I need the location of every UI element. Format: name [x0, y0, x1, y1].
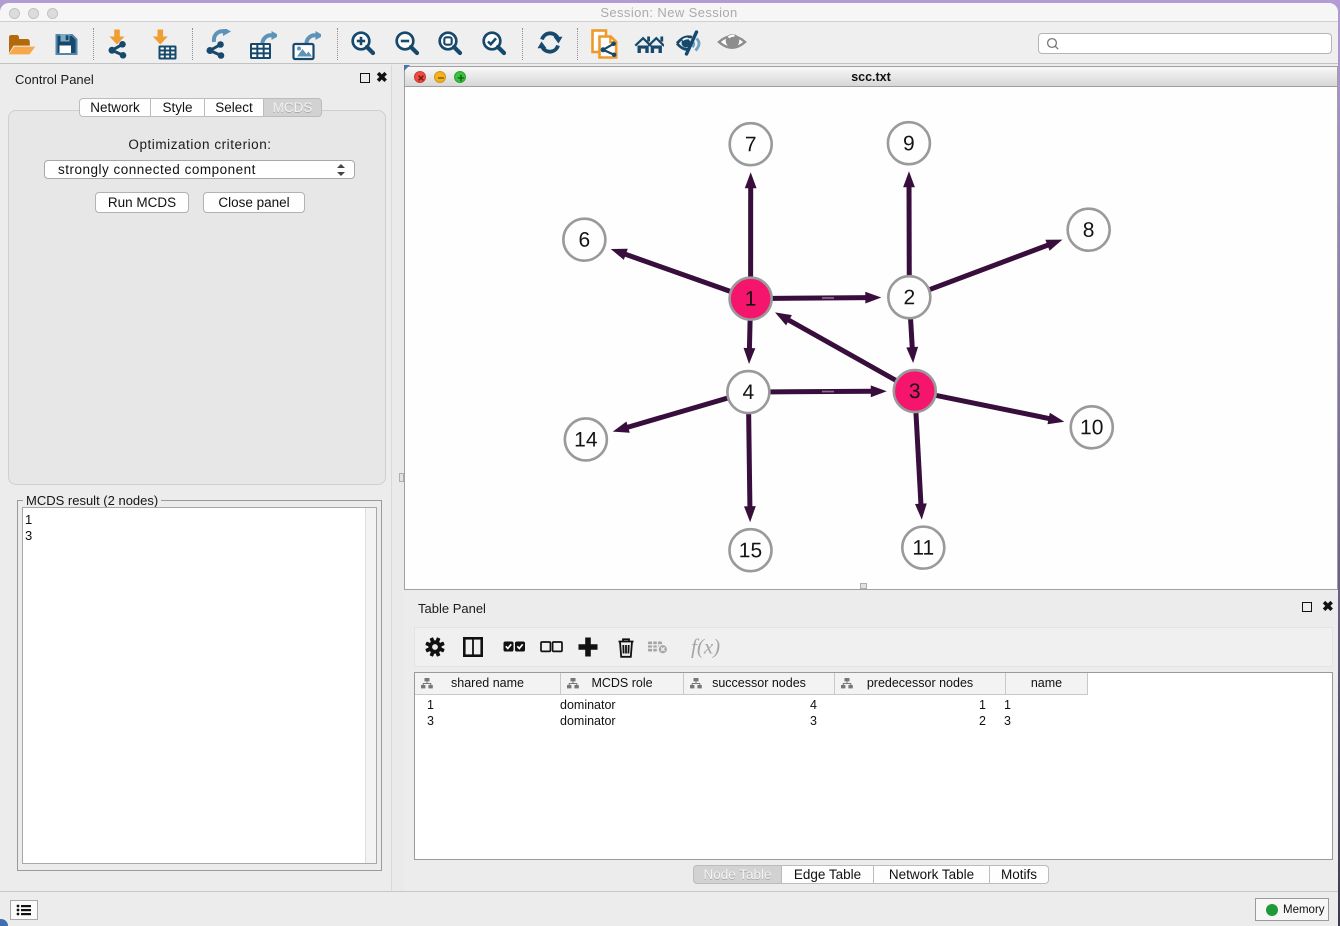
svg-text:4: 4 — [743, 381, 755, 404]
svg-text:7: 7 — [745, 133, 757, 156]
svg-text:6: 6 — [579, 229, 591, 252]
svg-text:9: 9 — [903, 132, 915, 155]
svg-text:f(x): f(x) — [691, 637, 720, 659]
svg-text:3: 3 — [909, 380, 921, 403]
svg-text:1: 1 — [745, 288, 757, 311]
svg-text:14: 14 — [574, 428, 598, 451]
svg-text:10: 10 — [1080, 416, 1103, 439]
svg-text:2: 2 — [903, 286, 915, 309]
svg-text:15: 15 — [739, 539, 762, 562]
svg-text:8: 8 — [1083, 219, 1095, 242]
svg-text:11: 11 — [912, 537, 934, 560]
